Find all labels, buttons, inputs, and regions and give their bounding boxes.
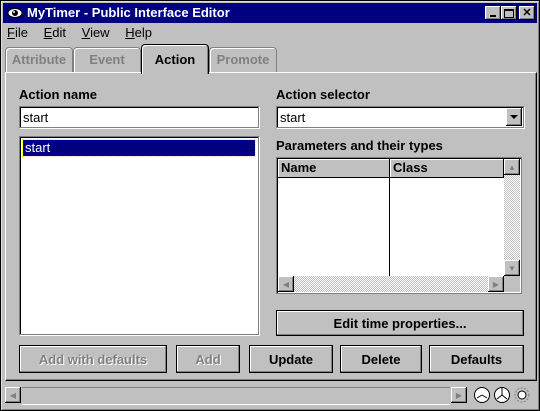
tab-action[interactable]: Action xyxy=(141,44,209,74)
arrow-right-icon: ▶ xyxy=(492,279,500,289)
parameters-label: Parameters and their types xyxy=(276,138,443,153)
vertical-scrollbar[interactable]: ▲ ▼ xyxy=(504,159,520,276)
arrow-down-icon: ▼ xyxy=(508,263,516,273)
action-listbox[interactable]: start xyxy=(19,136,259,335)
action-name-value: start xyxy=(23,110,49,125)
maximize-button[interactable] xyxy=(501,6,517,20)
menu-help[interactable]: Help xyxy=(123,25,154,40)
action-selector-combo[interactable]: start xyxy=(276,106,524,128)
column-header-name[interactable]: Name xyxy=(278,159,390,178)
add-with-defaults-button[interactable]: Add with defaults xyxy=(19,345,167,373)
status-scroll-right-button[interactable]: ▶ xyxy=(451,387,467,403)
column-header-class[interactable]: Class xyxy=(390,159,504,178)
action-name-label: Action name xyxy=(19,87,98,102)
timer-icon[interactable] xyxy=(493,386,511,404)
close-button[interactable]: ✕ xyxy=(519,6,535,20)
column-header-class-label: Class xyxy=(393,160,428,175)
scroll-left-button[interactable]: ◀ xyxy=(278,276,294,292)
scroll-right-button[interactable]: ▶ xyxy=(488,276,504,292)
chevron-down-icon xyxy=(510,115,518,119)
scroll-down-button[interactable]: ▼ xyxy=(504,260,520,276)
action-panel: Action name start start Action selector … xyxy=(5,72,537,381)
status-scroll-track[interactable] xyxy=(22,387,450,405)
clock-icon[interactable] xyxy=(473,386,491,404)
menu-view[interactable]: View xyxy=(80,25,112,40)
menu-bar: File Edit View Help xyxy=(5,25,162,43)
action-selector-label: Action selector xyxy=(276,87,370,102)
action-name-input[interactable]: start xyxy=(19,106,259,128)
status-bar: ◀ ▶ xyxy=(5,385,535,407)
column-header-name-label: Name xyxy=(281,160,317,175)
edit-time-properties-button[interactable]: Edit time properties... xyxy=(276,310,524,336)
scroll-up-button[interactable]: ▲ xyxy=(504,159,520,175)
dropdown-button[interactable] xyxy=(506,108,522,126)
horizontal-scrollbar[interactable]: ◀ ▶ xyxy=(278,276,504,292)
maximize-icon xyxy=(504,8,514,18)
list-item[interactable]: start xyxy=(22,139,256,157)
eye-app-icon xyxy=(7,8,23,18)
defaults-button[interactable]: Defaults xyxy=(429,345,524,373)
delete-button[interactable]: Delete xyxy=(340,345,422,373)
status-scroll-left-button[interactable]: ◀ xyxy=(5,387,21,403)
app-window: MyTimer - Public Interface Editor ✕ File… xyxy=(0,0,540,411)
arrow-right-icon: ▶ xyxy=(455,390,463,400)
arrow-up-icon: ▲ xyxy=(508,162,516,172)
menu-edit[interactable]: Edit xyxy=(42,25,68,40)
title-bar[interactable]: MyTimer - Public Interface Editor ✕ xyxy=(3,3,537,23)
tab-event[interactable]: Event xyxy=(73,47,141,73)
parameters-grid[interactable]: Name Class ▲ ▼ ◀ ▶ xyxy=(276,157,522,294)
tab-attribute[interactable]: Attribute xyxy=(5,47,73,73)
list-item-label: start xyxy=(25,140,51,155)
gear-icon[interactable] xyxy=(513,386,531,404)
minimize-button[interactable] xyxy=(485,6,501,20)
arrow-left-icon: ◀ xyxy=(282,279,290,289)
tab-promote[interactable]: Promote xyxy=(209,47,277,73)
column-divider xyxy=(389,177,390,276)
update-button[interactable]: Update xyxy=(249,345,333,373)
arrow-left-icon: ◀ xyxy=(9,390,17,400)
menu-file[interactable]: File xyxy=(5,25,30,40)
close-icon: ✕ xyxy=(522,6,532,19)
scroll-corner xyxy=(504,276,520,292)
action-selector-value: start xyxy=(280,110,306,125)
add-button[interactable]: Add xyxy=(176,345,240,373)
window-title: MyTimer - Public Interface Editor xyxy=(27,5,230,20)
minimize-icon xyxy=(490,15,496,17)
